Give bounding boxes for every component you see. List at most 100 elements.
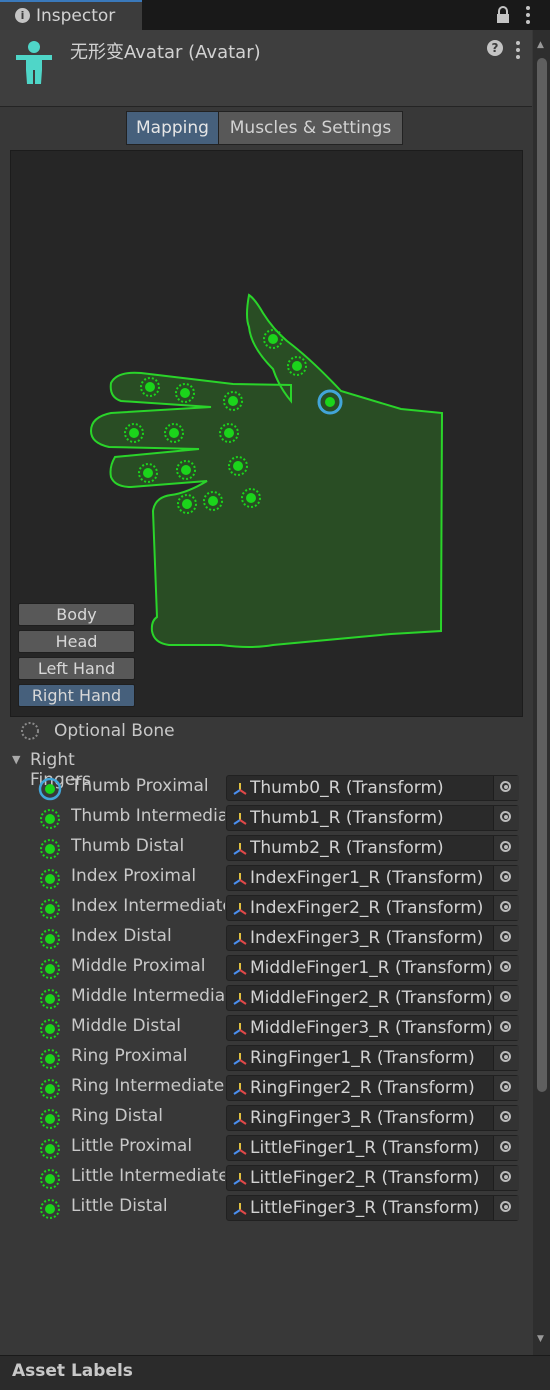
transform-icon [233, 993, 247, 1005]
transform-object-field[interactable]: LittleFinger2_R (Transform) [226, 1165, 519, 1191]
transform-icon [233, 963, 247, 975]
bone-status-icon [40, 1079, 60, 1099]
transform-object-field[interactable]: Thumb2_R (Transform) [226, 835, 519, 861]
transform-value: Thumb1_R (Transform) [250, 808, 444, 828]
context-menu-icon[interactable] [515, 41, 521, 59]
index-intermediate-marker[interactable] [175, 383, 195, 403]
transform-object-field[interactable]: MiddleFinger3_R (Transform) [226, 1015, 519, 1041]
transform-object-field[interactable]: IndexFinger2_R (Transform) [226, 895, 519, 921]
bone-status-icon [40, 1109, 60, 1129]
object-picker-icon[interactable] [493, 896, 519, 920]
bone-status-icon [40, 1049, 60, 1069]
scroll-up-icon[interactable]: ▲ [537, 40, 544, 50]
transform-icon [233, 843, 247, 855]
mapping-tab[interactable]: Mapping [126, 111, 219, 145]
bone-row-middle-intermediate[interactable]: Middle Intermediate MiddleFinger2_R (Tran… [0, 982, 532, 1012]
object-picker-icon[interactable] [493, 866, 519, 890]
bone-row-thumb-proximal[interactable]: Thumb Proximal Thumb0_R (Transform) [0, 772, 532, 802]
bone-row-thumb-intermediate[interactable]: Thumb Intermediate Thumb1_R (Transform) [0, 802, 532, 832]
bone-row-little-proximal[interactable]: Little Proximal LittleFinger1_R (Transfor… [0, 1132, 532, 1162]
transform-object-field[interactable]: RingFinger1_R (Transform) [226, 1045, 519, 1071]
ring-proximal-marker[interactable] [228, 456, 248, 476]
bone-row-index-distal[interactable]: Index Distal IndexFinger3_R (Transform) [0, 922, 532, 952]
bone-row-ring-proximal[interactable]: Ring Proximal RingFinger1_R (Transform) [0, 1042, 532, 1072]
middle-proximal-marker[interactable] [219, 423, 239, 443]
object-picker-icon[interactable] [493, 1076, 519, 1100]
little-proximal-marker[interactable] [241, 488, 261, 508]
object-picker-icon[interactable] [493, 776, 519, 800]
bone-status-icon [40, 899, 60, 919]
object-picker-icon[interactable] [493, 806, 519, 830]
transform-value: MiddleFinger1_R (Transform) [250, 958, 493, 978]
asset-labels-bar[interactable]: Asset Labels [0, 1355, 550, 1390]
foldout-arrow-icon[interactable]: ▼ [12, 753, 20, 766]
ring-intermediate-marker[interactable] [176, 460, 196, 480]
bone-name: Thumb Proximal [71, 776, 209, 796]
bone-row-ring-intermediate[interactable]: Ring Intermediate RingFinger2_R (Transfor… [0, 1072, 532, 1102]
object-picker-icon[interactable] [493, 1166, 519, 1190]
tab-menu-icon[interactable] [525, 6, 531, 24]
bone-row-middle-distal[interactable]: Middle Distal MiddleFinger3_R (Transform) [0, 1012, 532, 1042]
bone-status-icon [40, 839, 60, 859]
transform-object-field[interactable]: IndexFinger3_R (Transform) [226, 925, 519, 951]
transform-object-field[interactable]: MiddleFinger1_R (Transform) [226, 955, 519, 981]
transform-object-field[interactable]: IndexFinger1_R (Transform) [226, 865, 519, 891]
bone-status-icon [40, 1169, 60, 1189]
object-picker-icon[interactable] [493, 986, 519, 1010]
left-hand-view-button[interactable]: Left Hand [18, 657, 135, 680]
bone-status-icon [40, 1139, 60, 1159]
transform-icon [233, 813, 247, 825]
info-icon: i [15, 8, 30, 23]
tab-inspector[interactable]: i Inspector [0, 0, 142, 30]
thumb-proximal-marker[interactable] [317, 389, 343, 415]
bone-row-little-distal[interactable]: Little Distal LittleFinger3_R (Transform) [0, 1192, 532, 1222]
bone-row-ring-distal[interactable]: Ring Distal RingFinger3_R (Transform) [0, 1102, 532, 1132]
transform-object-field[interactable]: LittleFinger3_R (Transform) [226, 1195, 519, 1221]
transform-value: LittleFinger2_R (Transform) [250, 1168, 480, 1188]
bone-row-index-intermediate[interactable]: Index Intermediate IndexFinger2_R (Transf… [0, 892, 532, 922]
little-distal-marker[interactable] [177, 494, 197, 514]
transform-object-field[interactable]: LittleFinger1_R (Transform) [226, 1135, 519, 1161]
thumb-distal-marker[interactable] [263, 329, 283, 349]
object-picker-icon[interactable] [493, 1106, 519, 1130]
bone-name: Ring Proximal [71, 1046, 188, 1066]
object-picker-icon[interactable] [493, 926, 519, 950]
object-picker-icon[interactable] [493, 1016, 519, 1040]
asset-title: 无形变Avatar (Avatar) [70, 42, 261, 63]
transform-object-field[interactable]: Thumb1_R (Transform) [226, 805, 519, 831]
transform-value: RingFinger3_R (Transform) [250, 1108, 475, 1128]
transform-value: Thumb0_R (Transform) [250, 778, 444, 798]
head-view-button[interactable]: Head [18, 630, 135, 653]
index-proximal-marker[interactable] [223, 391, 243, 411]
right-hand-view-button[interactable]: Right Hand [18, 684, 135, 707]
ring-distal-marker[interactable] [138, 463, 158, 483]
lock-icon[interactable] [494, 6, 512, 24]
transform-value: MiddleFinger2_R (Transform) [250, 988, 493, 1008]
thumb-intermediate-marker[interactable] [287, 356, 307, 376]
index-distal-marker[interactable] [140, 377, 160, 397]
middle-distal-marker[interactable] [124, 423, 144, 443]
transform-object-field[interactable]: RingFinger2_R (Transform) [226, 1075, 519, 1101]
bone-row-middle-proximal[interactable]: Middle Proximal MiddleFinger1_R (Transfor… [0, 952, 532, 982]
middle-intermediate-marker[interactable] [164, 423, 184, 443]
transform-object-field[interactable]: MiddleFinger2_R (Transform) [226, 985, 519, 1011]
transform-object-field[interactable]: Thumb0_R (Transform) [226, 775, 519, 801]
bone-row-index-proximal[interactable]: Index Proximal IndexFinger1_R (Transform) [0, 862, 532, 892]
object-picker-icon[interactable] [493, 836, 519, 860]
transform-icon [233, 1023, 247, 1035]
transform-object-field[interactable]: RingFinger3_R (Transform) [226, 1105, 519, 1131]
bone-row-little-intermediate[interactable]: Little Intermediate LittleFinger2_R (Tran… [0, 1162, 532, 1192]
scroll-down-icon[interactable]: ▼ [537, 1334, 544, 1344]
scrollbar[interactable]: ▲ ▼ [533, 30, 550, 1355]
object-picker-icon[interactable] [493, 1196, 519, 1220]
object-picker-icon[interactable] [493, 1046, 519, 1070]
scrollbar-thumb[interactable] [537, 58, 547, 1092]
bone-name: Thumb Distal [71, 836, 185, 856]
bone-row-thumb-distal[interactable]: Thumb Distal Thumb2_R (Transform) [0, 832, 532, 862]
muscles-settings-tab[interactable]: Muscles & Settings [218, 111, 403, 145]
body-view-button[interactable]: Body [18, 603, 135, 626]
object-picker-icon[interactable] [493, 956, 519, 980]
help-icon[interactable]: ? [487, 40, 503, 56]
little-intermediate-marker[interactable] [203, 491, 223, 511]
object-picker-icon[interactable] [493, 1136, 519, 1160]
